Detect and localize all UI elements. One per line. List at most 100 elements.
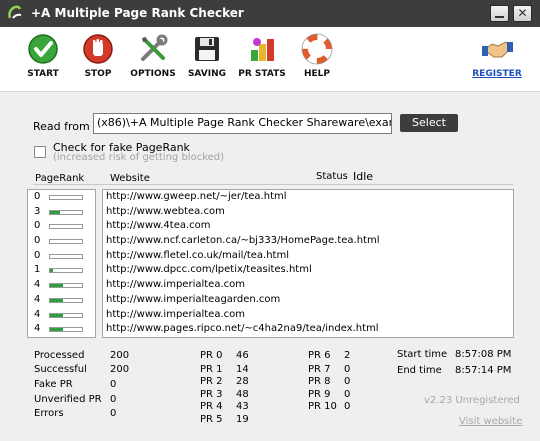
source-file-input[interactable]: (x86)\+A Multiple Page Rank Checker Shar… [93, 113, 392, 134]
lifebuoy-icon [301, 33, 333, 65]
website-row[interactable]: http://www.imperialteagarden.com [103, 293, 513, 308]
pr-stats-label: PR STATS [238, 69, 286, 79]
toolbar: START STOP OPTIONS SAVING PR STATS HELP … [0, 27, 540, 92]
pagerank-bar [49, 224, 83, 230]
website-row[interactable]: http://www.pages.ripco.net/~c4ha2na9/tea… [103, 322, 513, 337]
website-row[interactable]: http://www.imperialtea.com [103, 308, 513, 323]
pagerank-bar [49, 312, 83, 318]
pr-count-value: 0 [344, 389, 351, 400]
close-button[interactable]: ✕ [513, 5, 532, 22]
pr-count-value: 48 [236, 389, 249, 400]
pr-stats-icon [251, 38, 274, 61]
start-button[interactable]: START [13, 32, 73, 79]
read-from-label: Read from [33, 120, 90, 133]
pagerank-row[interactable]: 0 [28, 249, 95, 264]
pr-count-value: 28 [236, 376, 249, 387]
register-label: REGISTER [472, 69, 522, 79]
pagerank-bar [49, 195, 83, 200]
pagerank-row[interactable]: 0 [28, 234, 95, 249]
pagerank-bar-fill [50, 298, 63, 302]
unverified-pr-value: 0 [110, 394, 117, 405]
successful-label: Successful [34, 364, 87, 375]
saving-button[interactable]: SAVING [177, 32, 237, 79]
pr-count-label: PR 1 [200, 364, 223, 375]
website-row[interactable]: http://www.ncf.carleton.ca/~bj333/HomePa… [103, 234, 513, 249]
pagerank-row[interactable]: 4 [28, 308, 95, 323]
window-title: +A Multiple Page Rank Checker [31, 6, 244, 20]
pagerank-bar [49, 327, 83, 333]
processed-label: Processed [34, 350, 85, 361]
fake-pr-value: 0 [110, 379, 117, 390]
pagerank-row[interactable]: 4 [28, 322, 95, 337]
pagerank-bar [49, 268, 83, 274]
help-button[interactable]: HELP [287, 32, 347, 79]
pagerank-value: 3 [34, 205, 41, 217]
errors-value: 0 [110, 408, 117, 419]
pagerank-row[interactable]: 1 [28, 263, 95, 278]
pagerank-row[interactable]: 0 [28, 190, 95, 205]
website-row[interactable]: http://www.dpcc.com/lpetix/teasites.html [103, 263, 513, 278]
pr-count-label: PR 4 [200, 401, 223, 412]
pagerank-value: 4 [34, 279, 41, 291]
status-label: Status [316, 171, 348, 182]
website-row[interactable]: http://www.fletel.co.uk/mail/tea.html [103, 249, 513, 264]
main-panel: Read from (x86)\+A Multiple Page Rank Ch… [0, 92, 540, 441]
close-icon: ✕ [517, 6, 528, 20]
pr-count-label: PR 2 [200, 376, 223, 387]
pr-count-label: PR 7 [308, 364, 331, 375]
pr-count-value: 43 [236, 401, 249, 412]
pagerank-column-header: PageRank [35, 173, 85, 184]
stop-label: STOP [84, 69, 112, 79]
pr-count-value: 46 [236, 350, 249, 361]
header-divider [33, 184, 513, 185]
pr-count-label: PR 10 [308, 401, 337, 412]
minimize-button[interactable] [490, 5, 509, 22]
fake-pr-label: Fake PR [34, 379, 73, 390]
website-column-header: Website [110, 173, 150, 184]
pr-count-label: PR 5 [200, 414, 223, 425]
pagerank-value: 4 [34, 293, 41, 305]
pr-count-value: 2 [344, 350, 351, 361]
pr-count-label: PR 6 [308, 350, 331, 361]
pagerank-value: 0 [34, 220, 41, 232]
select-file-button[interactable]: Select [400, 114, 458, 132]
stop-button[interactable]: STOP [68, 32, 128, 79]
pr-stats-button[interactable]: PR STATS [232, 32, 292, 79]
processed-value: 200 [110, 350, 130, 361]
website-row[interactable]: http://www.imperialtea.com [103, 278, 513, 293]
pagerank-row[interactable]: 4 [28, 293, 95, 308]
fake-pagerank-hint: (increased risk of getting blocked) [53, 152, 225, 163]
pr-count-value: 19 [236, 414, 249, 425]
start-time-value: 8:57:08 PM [455, 349, 512, 360]
pagerank-bar [49, 209, 83, 215]
pagerank-value: 0 [34, 235, 41, 247]
pagerank-value: 1 [34, 264, 41, 276]
website-list[interactable]: http://www.gweep.net/~jer/tea.html http:/… [102, 189, 514, 338]
pr-count-value: 0 [344, 401, 351, 412]
options-button[interactable]: OPTIONS [123, 32, 183, 79]
register-button[interactable]: REGISTER [467, 32, 527, 79]
status-value: Idle [353, 170, 374, 183]
end-time-value: 8:57:14 PM [455, 365, 512, 376]
pagerank-row[interactable]: 0 [28, 219, 95, 234]
version-label: v2.23 Unregistered [424, 395, 520, 406]
pagerank-list[interactable]: 0 3 0 0 0 1 4 4 4 4 [27, 189, 96, 338]
pr-count-label: PR 3 [200, 389, 223, 400]
start-time-label: Start time [397, 349, 448, 360]
help-label: HELP [303, 69, 330, 79]
website-row[interactable]: http://www.4tea.com [103, 219, 513, 234]
website-row[interactable]: http://www.gweep.net/~jer/tea.html [103, 190, 513, 205]
visit-website-link[interactable]: Visit website [459, 416, 522, 427]
website-row[interactable]: http://www.webtea.com [103, 205, 513, 220]
pagerank-row[interactable]: 3 [28, 205, 95, 220]
successful-value: 200 [110, 364, 130, 375]
pagerank-bar-fill [50, 284, 63, 288]
stop-hand-icon [83, 34, 113, 64]
floppy-disk-icon [195, 37, 219, 61]
pr-count-label: PR 9 [308, 389, 331, 400]
pagerank-bar [49, 297, 83, 303]
fake-pagerank-checkbox[interactable] [34, 146, 46, 158]
pagerank-row[interactable]: 4 [28, 278, 95, 293]
pr-count-value: 14 [236, 364, 249, 375]
app-icon [8, 5, 22, 19]
